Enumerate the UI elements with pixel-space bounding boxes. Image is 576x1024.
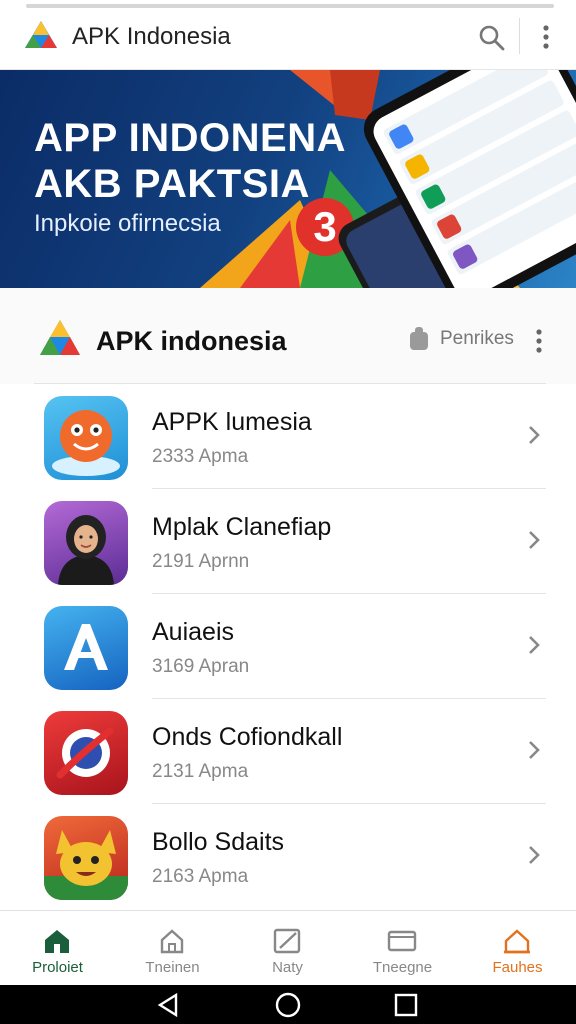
nav-label: Naty: [272, 959, 303, 976]
banner-headline-2: AKB PAKTSIA: [34, 162, 310, 206]
nav-item-tneegne[interactable]: Tneegne: [345, 911, 460, 986]
banner-headline-1: APP INDONENA: [34, 116, 346, 160]
search-icon[interactable]: [478, 24, 506, 52]
app-meta: 2163 Apma: [152, 866, 249, 887]
fox-mascot-icon: [44, 816, 128, 900]
orange-mascot-icon: [44, 396, 128, 480]
app-meta: 2191 Aprnn: [152, 551, 250, 572]
more-vert-icon[interactable]: [530, 328, 548, 354]
system-navigation-bar: [0, 985, 576, 1024]
app-title: APK Indonesia: [72, 23, 231, 50]
puzzle-icon: [410, 327, 428, 350]
app-meta: 2333 Apma: [152, 446, 249, 467]
top-progress-bar: [26, 4, 554, 8]
list-item[interactable]: Onds Cofiondkall 2131 Apma: [0, 699, 576, 804]
permissions-label: Penrikes: [440, 328, 514, 349]
circle-swoosh-icon: [44, 711, 128, 795]
top-app-bar: APK Indonesia: [0, 0, 576, 70]
recents-square-icon[interactable]: [392, 991, 420, 1019]
section-header: APK indonesia Penrikes: [0, 288, 576, 384]
more-vert-icon[interactable]: [536, 24, 556, 50]
nav-label: Proloiet: [32, 959, 83, 976]
list-item[interactable]: APPK lumesia 2333 Apma: [0, 384, 576, 489]
toolbar-separator: [519, 18, 520, 54]
app-name: APPK lumesia: [152, 408, 312, 436]
nav-label: Tneinen: [145, 959, 200, 976]
chevron-right-icon: [529, 636, 540, 654]
app-name: Onds Cofiondkall: [152, 723, 343, 751]
chevron-right-icon: [529, 741, 540, 759]
app-name: Mplak Clanefiap: [152, 513, 332, 541]
list-item[interactable]: Auiaeis 3169 Apran: [0, 594, 576, 699]
nav-label: Tneegne: [372, 959, 433, 976]
bottom-navigation: Proloiet Tneinen Naty Tneegne Fauhes: [0, 910, 576, 985]
home-icon: [45, 930, 69, 953]
list-item[interactable]: Bollo Sdaits 2163 Apma: [0, 804, 576, 909]
permissions-button[interactable]: Penrikes: [408, 326, 514, 352]
edit-icon: [273, 928, 301, 954]
apk-logo-icon: [40, 320, 80, 355]
back-triangle-icon[interactable]: [154, 991, 182, 1019]
home-circle-icon[interactable]: [274, 991, 302, 1019]
nav-item-tneinen[interactable]: Tneinen: [115, 911, 230, 986]
letter-a-icon: [44, 606, 128, 690]
apk-logo-icon: [25, 21, 57, 48]
app-meta: 2131 Apma: [152, 761, 249, 782]
nav-item-fauhes[interactable]: Fauhes: [460, 911, 575, 986]
chevron-right-icon: [529, 531, 540, 549]
chevron-right-icon: [529, 846, 540, 864]
house-outline-icon: [160, 929, 184, 954]
nav-label: Fauhes: [492, 959, 543, 976]
nav-item-proloiet[interactable]: Proloiet: [0, 911, 115, 986]
app-name: Bollo Sdaits: [152, 828, 285, 856]
app-name: Auiaeis: [152, 618, 234, 646]
list-item[interactable]: Mplak Clanefiap 2191 Aprnn: [0, 489, 576, 594]
chevron-right-icon: [529, 426, 540, 444]
section-title: APK indonesia: [96, 326, 287, 356]
tablet-icon: [387, 930, 417, 952]
nav-item-naty[interactable]: Naty: [230, 911, 345, 986]
portrait-icon: [44, 501, 128, 585]
promo-banner[interactable]: APP INDONENA AKB PAKTSIA Inpkoie ofirnec…: [0, 70, 576, 288]
app-meta: 3169 Apran: [152, 656, 250, 677]
favorite-house-icon: [504, 929, 530, 954]
banner-subtitle: Inpkoie ofirnecsia: [34, 210, 221, 237]
